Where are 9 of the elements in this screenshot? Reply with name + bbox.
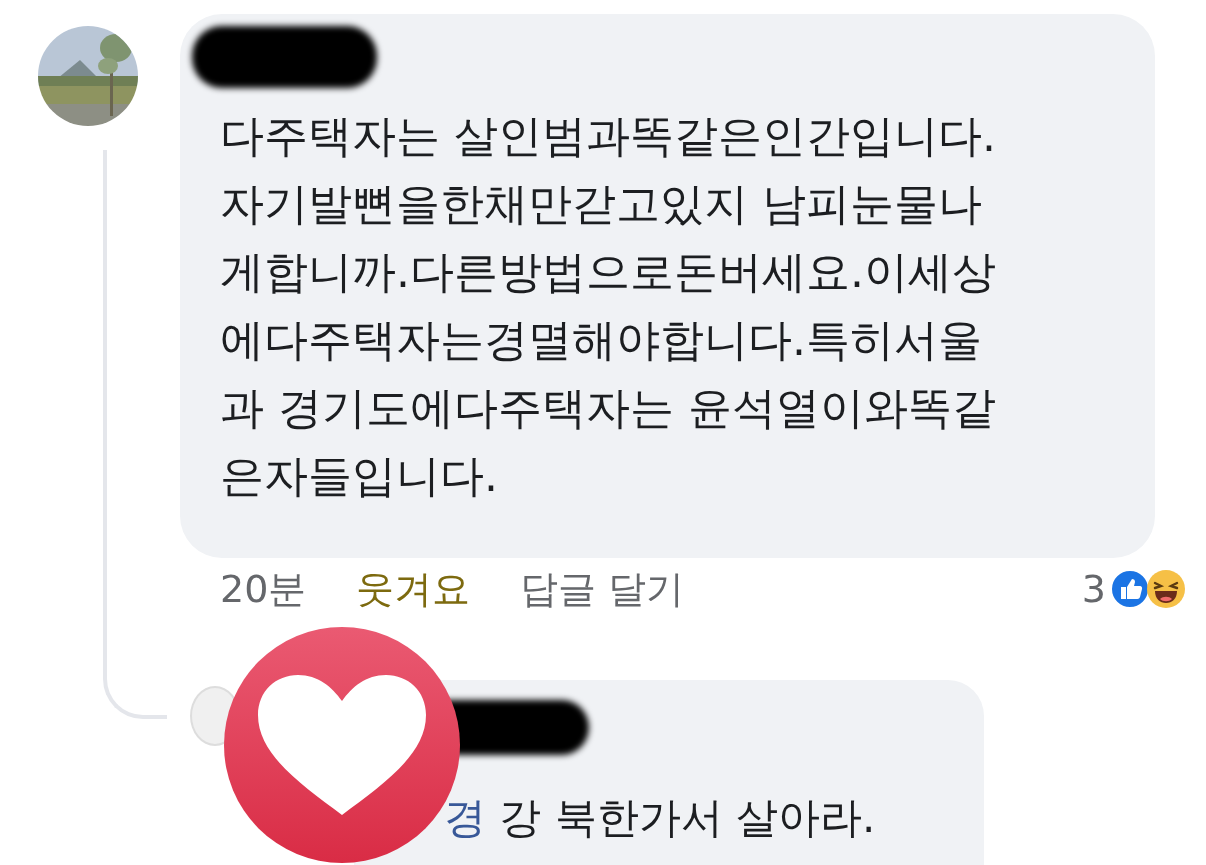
like-icon xyxy=(1110,569,1150,609)
comment-text: 다주택자는 살인범과똑같은인간입니다. 자기발뼌을한채만갇고있지 남피눈물나 게합니까.다른방법으로돈버세요.이세상 에다주택자는경멸해야합니다.특히서울 과 경기도에다주택자는 윤석열이와똑같 은자들입니다. xyxy=(220,109,997,503)
comment-time: 20분 xyxy=(220,565,307,613)
reply-text: 강 북한가서 살아라. xyxy=(499,793,876,842)
reaction-link[interactable]: 웃겨요 xyxy=(356,563,471,615)
reply-link[interactable]: 답글 달기 xyxy=(520,563,685,615)
mention-link[interactable]: 경 xyxy=(444,793,486,842)
reaction-count: 3 xyxy=(1081,567,1106,611)
laughing-emoji-icon xyxy=(1146,569,1186,609)
